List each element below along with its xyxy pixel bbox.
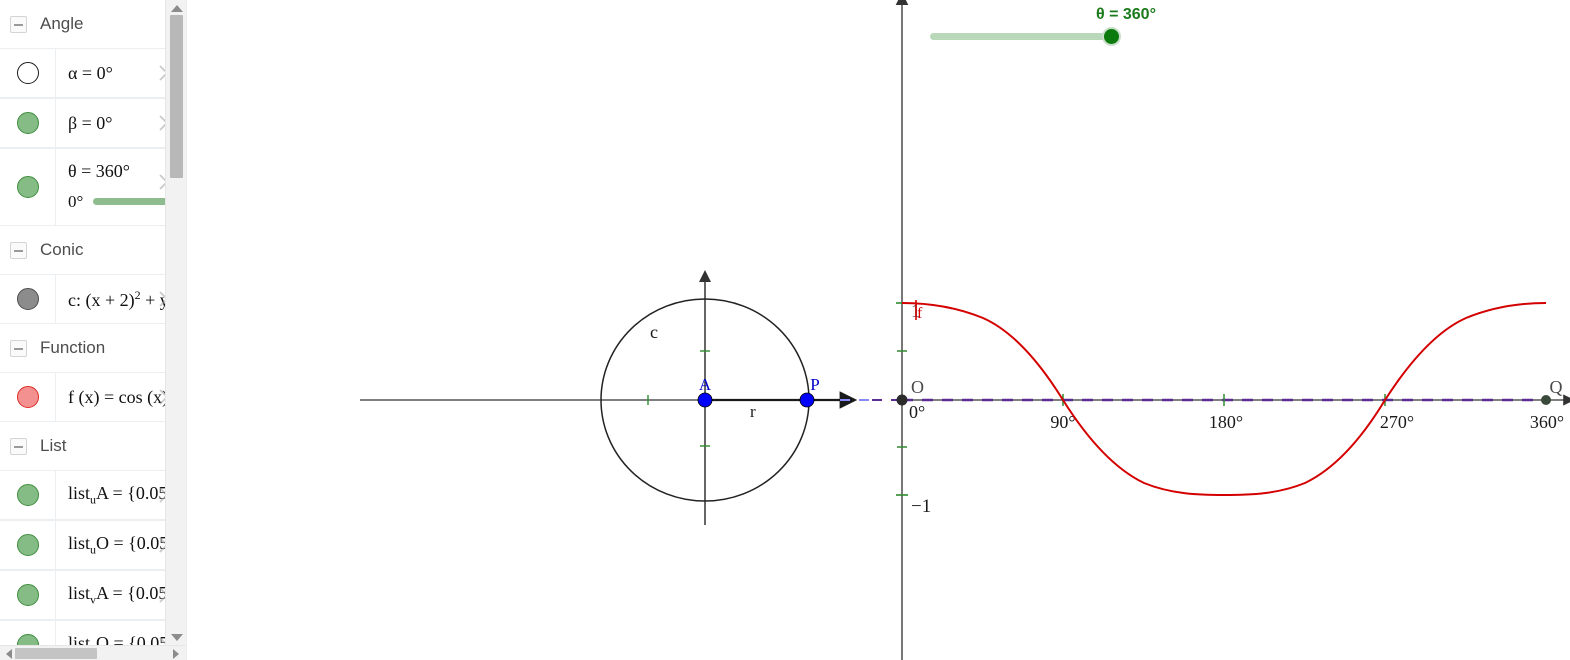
visibility-toggle-icon[interactable] bbox=[16, 112, 39, 134]
graphics-view[interactable]: c r A P −1 0° 90° 180° 270° 360° f O Q θ… bbox=[208, 0, 1570, 660]
theta-slider-label: θ = 360° bbox=[1096, 6, 1156, 23]
sidebar-horizontal-scrollbar[interactable] bbox=[0, 645, 186, 660]
scrollbar-thumb[interactable] bbox=[15, 648, 97, 659]
group-title-conic: Conic bbox=[40, 240, 84, 259]
visibility-toggle-icon[interactable] bbox=[16, 288, 39, 310]
point-o[interactable] bbox=[896, 394, 908, 406]
algebra-row-alpha[interactable]: α = 0° bbox=[0, 48, 186, 98]
marker-cell[interactable] bbox=[0, 521, 56, 569]
sidebar-vertical-scrollbar[interactable] bbox=[165, 0, 186, 646]
scrollbar-thumb[interactable] bbox=[170, 15, 183, 178]
point-a[interactable] bbox=[697, 392, 713, 408]
slider-min-label: 0° bbox=[68, 191, 84, 211]
y-axis-label-neg1: −1 bbox=[911, 496, 931, 517]
scroll-down-arrow-icon[interactable] bbox=[170, 631, 183, 644]
visibility-toggle-icon[interactable] bbox=[16, 386, 39, 408]
algebra-row-function-f[interactable]: f (x) = cos (x) , bbox=[0, 372, 186, 422]
algebra-row-list-va[interactable]: listvA = {0.05, 0 bbox=[0, 570, 186, 620]
graphics-canvas[interactable]: c r A P −1 0° 90° 180° 270° 360° f O Q bbox=[208, 0, 1570, 660]
x-axis-label-180: 180° bbox=[1209, 412, 1243, 432]
point-q-label: Q bbox=[1550, 377, 1563, 397]
group-title-angle: Angle bbox=[40, 14, 84, 33]
algebra-row-beta[interactable]: β = 0° bbox=[0, 98, 186, 148]
marker-cell[interactable] bbox=[0, 275, 56, 323]
point-p-label: P bbox=[810, 375, 819, 394]
collapse-minus-icon[interactable] bbox=[10, 437, 27, 455]
group-title-list: List bbox=[40, 436, 67, 455]
theta-slider-knob[interactable] bbox=[1102, 27, 1121, 46]
visibility-toggle-icon[interactable] bbox=[16, 62, 39, 84]
point-o-label: O bbox=[911, 377, 924, 397]
marker-cell[interactable] bbox=[0, 49, 56, 97]
marker-cell[interactable] bbox=[0, 99, 56, 147]
algebra-sidebar: Angle α = 0° β = 0° θ = 360° 0° Conic c:… bbox=[0, 0, 186, 660]
point-p[interactable] bbox=[799, 392, 815, 408]
collapse-minus-icon[interactable] bbox=[10, 241, 27, 259]
visibility-toggle-icon[interactable] bbox=[16, 484, 39, 506]
marker-cell[interactable] bbox=[0, 471, 56, 519]
function-label-f: f bbox=[917, 305, 923, 322]
visibility-toggle-icon[interactable] bbox=[16, 534, 39, 556]
x-axis-label-270: 270° bbox=[1380, 412, 1414, 432]
visibility-toggle-icon[interactable] bbox=[16, 176, 39, 198]
point-a-label: A bbox=[699, 375, 712, 394]
radius-label-r: r bbox=[750, 402, 756, 421]
algebra-row-conic-c[interactable]: c: (x + 2)2 + y bbox=[0, 274, 186, 324]
collapse-minus-icon[interactable] bbox=[10, 339, 27, 357]
algebra-row-theta[interactable]: θ = 360° 0° bbox=[0, 148, 186, 226]
view-splitter[interactable] bbox=[186, 0, 208, 660]
algebra-row-list-ua[interactable]: listuA = {0.05, 0 bbox=[0, 470, 186, 520]
group-title-function: Function bbox=[40, 338, 106, 357]
unit-circle-construction: c r A P bbox=[360, 270, 858, 525]
marker-cell[interactable] bbox=[0, 149, 56, 225]
algebra-row-list-uo[interactable]: listuO = {0.05, bbox=[0, 520, 186, 570]
scroll-left-arrow-icon[interactable] bbox=[2, 648, 15, 659]
group-header-list: List bbox=[0, 422, 186, 470]
marker-cell[interactable] bbox=[0, 373, 56, 421]
cosine-graph: 1 −1 0° 90° 180° 270° 360° f O Q bbox=[895, 0, 1570, 660]
x-axis-label-360: 360° bbox=[1530, 412, 1564, 432]
collapse-minus-icon[interactable] bbox=[10, 15, 27, 33]
theta-slider-track[interactable] bbox=[930, 33, 1116, 40]
circle-label-c: c bbox=[650, 322, 658, 342]
marker-cell[interactable] bbox=[0, 571, 56, 619]
scroll-right-arrow-icon[interactable] bbox=[169, 648, 182, 659]
group-header-angle: Angle bbox=[0, 0, 186, 48]
geogebra-app: Angle α = 0° β = 0° θ = 360° 0° Conic c:… bbox=[0, 0, 1570, 660]
scroll-up-arrow-icon[interactable] bbox=[170, 2, 183, 15]
x-axis-label-0: 0° bbox=[909, 402, 925, 422]
group-header-conic: Conic bbox=[0, 226, 186, 274]
group-header-function: Function bbox=[0, 324, 186, 372]
visibility-toggle-icon[interactable] bbox=[16, 584, 39, 606]
